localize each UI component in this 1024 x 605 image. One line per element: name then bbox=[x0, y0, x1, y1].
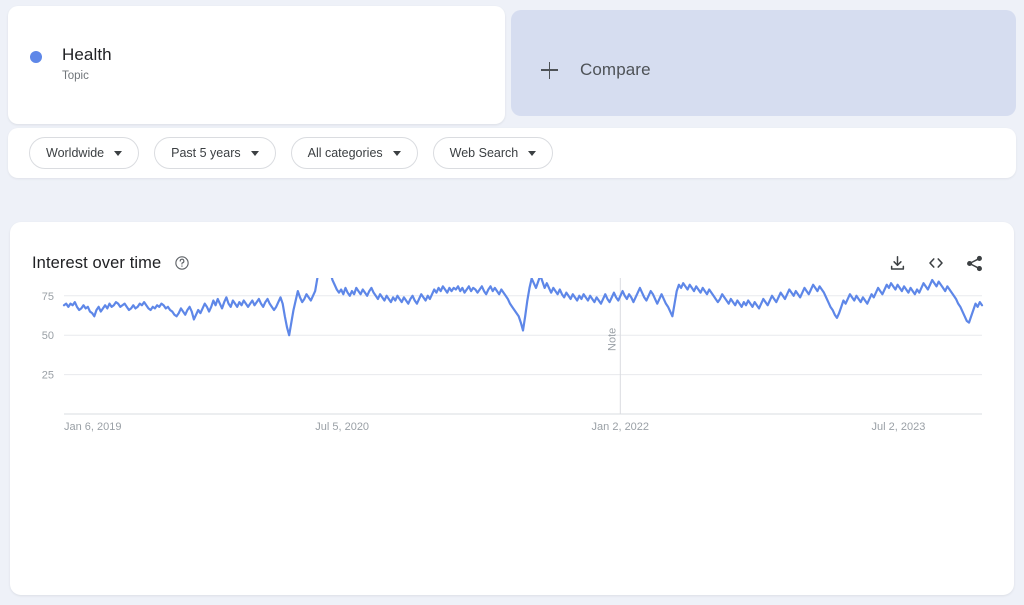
filter-time-range[interactable]: Past 5 years bbox=[154, 137, 276, 169]
y-axis-tick-label: 50 bbox=[42, 330, 54, 342]
embed-code-icon[interactable] bbox=[926, 253, 946, 273]
compare-label: Compare bbox=[580, 60, 651, 79]
x-axis-tick-label: Jul 5, 2020 bbox=[315, 421, 369, 433]
filter-bar: Worldwide Past 5 years All categories We… bbox=[8, 128, 1016, 178]
filter-location[interactable]: Worldwide bbox=[29, 137, 140, 169]
chevron-down-icon bbox=[528, 150, 537, 156]
search-term-kind: Topic bbox=[62, 70, 89, 82]
filter-category-label: All categories bbox=[307, 146, 383, 160]
filter-search-type[interactable]: Web Search bbox=[432, 137, 554, 169]
compare-card[interactable]: Compare bbox=[511, 10, 1016, 116]
search-term-card[interactable]: Health Topic bbox=[8, 6, 505, 124]
y-axis-tick-label: 75 bbox=[42, 291, 54, 303]
download-icon[interactable] bbox=[888, 254, 907, 273]
interest-over-time-line-chart[interactable]: 255075100Jan 6, 2019Jul 5, 2020Jan 2, 20… bbox=[10, 278, 1014, 578]
filter-location-label: Worldwide bbox=[46, 146, 105, 160]
x-axis-tick-label: Jul 2, 2023 bbox=[872, 421, 926, 433]
chart-actions bbox=[888, 253, 994, 273]
share-icon[interactable] bbox=[965, 254, 984, 273]
plus-icon bbox=[541, 61, 558, 79]
y-axis-tick-label: 25 bbox=[42, 370, 54, 382]
x-axis-tick-label: Jan 6, 2019 bbox=[64, 421, 122, 433]
chevron-down-icon bbox=[392, 150, 401, 156]
filter-time-range-label: Past 5 years bbox=[171, 146, 241, 160]
compare-content: Compare bbox=[541, 60, 651, 80]
filter-category[interactable]: All categories bbox=[290, 137, 418, 169]
chart-header: Interest over time bbox=[10, 248, 1014, 278]
chart-title: Interest over time bbox=[32, 253, 162, 272]
chart-title-group: Interest over time bbox=[32, 254, 190, 273]
chart-plot-area[interactable]: 255075100Jan 6, 2019Jul 5, 2020Jan 2, 20… bbox=[10, 278, 1014, 578]
query-row: Health Topic Compare bbox=[0, 0, 1024, 124]
series-line bbox=[62, 278, 984, 337]
filter-search-type-label: Web Search bbox=[449, 146, 519, 160]
help-circle-icon[interactable] bbox=[174, 255, 190, 271]
note-annotation-label: Note bbox=[606, 328, 618, 351]
interest-over-time-card: Interest over time 25 50 75 Jan 6, 2019 … bbox=[10, 222, 1014, 595]
search-term-name: Health bbox=[62, 45, 112, 64]
search-term-text: Health Topic bbox=[62, 44, 112, 84]
x-axis-tick-label: Jan 2, 2022 bbox=[592, 421, 650, 433]
series-color-dot bbox=[30, 51, 42, 63]
search-term-content: Health Topic bbox=[30, 44, 112, 84]
chevron-down-icon bbox=[250, 150, 259, 156]
chevron-down-icon bbox=[114, 150, 123, 156]
